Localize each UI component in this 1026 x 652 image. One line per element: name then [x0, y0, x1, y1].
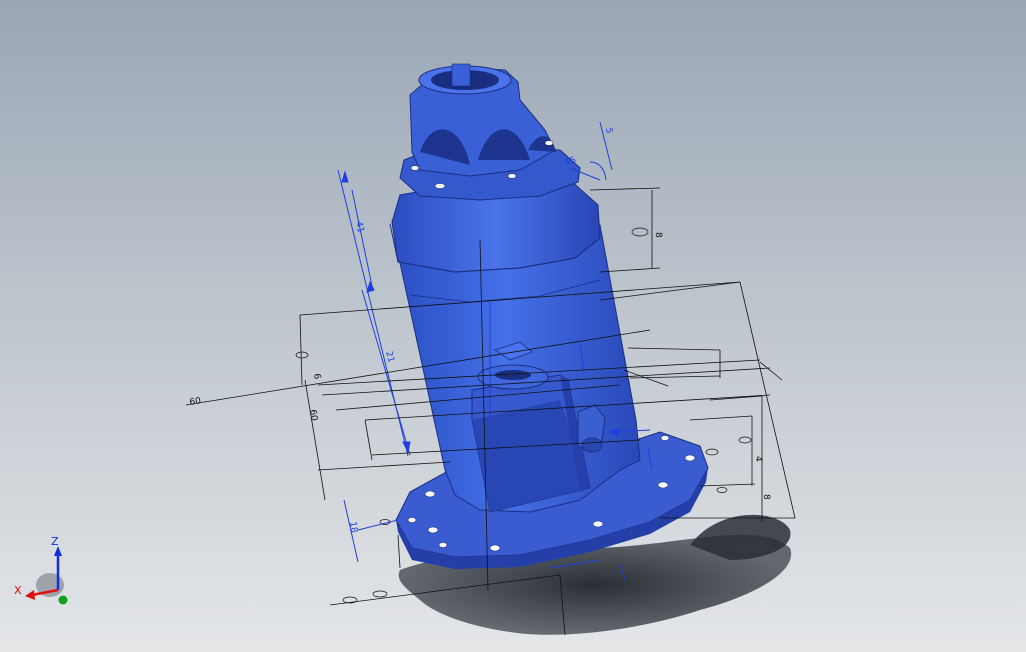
dim-label-right-mid: 4: [753, 456, 763, 462]
cad-scene[interactable]: 60 41 21 8 4 6 60 18 8 5 45: [0, 0, 1026, 652]
triad-z-label: Z: [51, 535, 59, 548]
graphics-viewport[interactable]: 60 41 21 8 4 6 60 18 8 5 45 Z X: [0, 0, 1026, 652]
dim-label-far-right: 8: [761, 494, 771, 500]
side-nozzle[interactable]: [577, 404, 606, 453]
view-triad[interactable]: [25, 546, 68, 605]
dim-label-left-mid: 6: [311, 373, 322, 381]
dim-label-41: 41: [353, 220, 365, 233]
triad-y-axis: [58, 595, 68, 605]
dim-label-right-top: 8: [653, 232, 663, 238]
dim-label-bottom-blue: 18: [347, 521, 359, 534]
dim-label-left-long: 60: [189, 396, 202, 408]
triad-x-label: X: [14, 584, 22, 597]
top-spout[interactable]: [399, 63, 581, 201]
dim-label-left-stack: 60: [307, 409, 319, 422]
dim-label-top-small: 5: [603, 127, 613, 134]
